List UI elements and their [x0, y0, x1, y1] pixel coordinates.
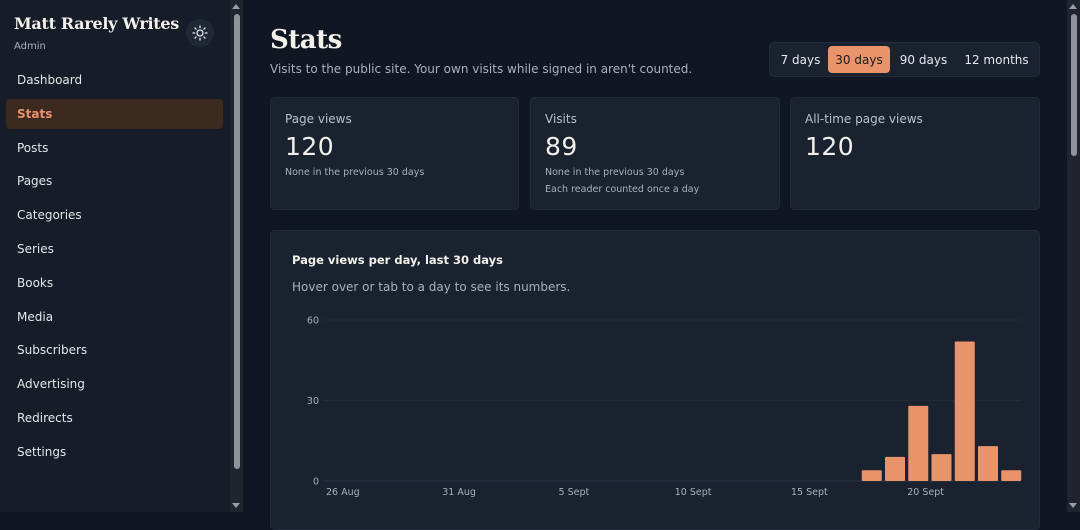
visits-value: 89	[545, 132, 578, 161]
page-title: Stats	[270, 25, 342, 55]
range-90-days-button[interactable]: 90 days	[890, 46, 957, 73]
sidebar-item-pages[interactable]: Pages	[6, 166, 223, 196]
x-tick-label: 26 Aug	[326, 487, 360, 498]
sidebar-item-media[interactable]: Media	[6, 302, 223, 332]
chart-bar[interactable]	[861, 470, 882, 481]
page-views-chart: 0 30 60 26 Aug 31 Aug 5 Sept 10 Sept 15 Sept 20 …	[307, 316, 1022, 498]
visits-label: Visits	[545, 112, 577, 126]
page-views-label: Page views	[285, 112, 352, 126]
page-views-value: 120	[285, 132, 335, 161]
all-time-card: All-time page views 120	[790, 97, 1040, 210]
sidebar-item-advertising[interactable]: Advertising	[6, 369, 223, 399]
sidebar-item-books[interactable]: Books	[6, 268, 223, 298]
page-views-card: Page views 120 None in the previous 30 d…	[270, 97, 519, 210]
all-time-label: All-time page views	[805, 112, 923, 126]
x-tick-label: 10 Sept	[675, 487, 712, 498]
scroll-up-arrow-icon[interactable]	[232, 4, 240, 9]
chart-bar[interactable]	[931, 454, 952, 481]
theme-toggle-button[interactable]	[186, 19, 214, 47]
sidebar-item-stats[interactable]: Stats	[6, 98, 223, 129]
scroll-up-arrow-icon[interactable]	[1069, 4, 1077, 9]
page-scrollbar[interactable]	[1067, 0, 1080, 512]
chart-bar[interactable]	[978, 446, 998, 481]
page-views-chart-card: Page views per day, last 30 days Hover o…	[270, 230, 1040, 530]
user-role: Admin	[14, 41, 46, 52]
chart-bar[interactable]	[908, 405, 929, 481]
sidebar-item-series[interactable]: Series	[6, 234, 223, 264]
chart-bar[interactable]	[885, 456, 905, 481]
chart-bar[interactable]	[1001, 470, 1022, 481]
scroll-down-arrow-icon[interactable]	[1069, 503, 1077, 508]
sidebar-item-categories[interactable]: Categories	[6, 200, 223, 230]
visits-comparison: None in the previous 30 days	[545, 167, 685, 178]
main-content: Stats Visits to the public site. Your ow…	[243, 0, 1066, 530]
range-12-months-button[interactable]: 12 months	[957, 46, 1036, 73]
site-brand[interactable]: Matt Rarely Writes	[14, 14, 179, 33]
sidebar-item-posts[interactable]: Posts	[6, 133, 223, 163]
sun-icon	[192, 25, 208, 41]
x-tick-label: 31 Aug	[442, 487, 476, 498]
y-tick-label: 30	[307, 396, 319, 407]
x-tick-label: 20 Sept	[907, 487, 944, 498]
sidebar-scrollbar-thumb[interactable]	[233, 14, 240, 469]
sidebar-scrollbar[interactable]	[230, 0, 243, 512]
range-30-days-button[interactable]: 30 days	[828, 46, 890, 73]
x-tick-label: 5 Sept	[559, 487, 590, 498]
sidebar-item-subscribers[interactable]: Subscribers	[6, 335, 223, 365]
y-tick-label: 60	[307, 316, 319, 327]
scroll-down-arrow-icon[interactable]	[232, 503, 240, 508]
sidebar-nav: Dashboard Stats Posts Pages Categories S…	[6, 65, 223, 471]
all-time-value: 120	[805, 132, 855, 161]
page-views-comparison: None in the previous 30 days	[285, 167, 425, 178]
sidebar: Matt Rarely Writes Admin Dashboard Stats…	[0, 0, 230, 512]
sidebar-item-redirects[interactable]: Redirects	[6, 403, 223, 433]
visits-card: Visits 89 None in the previous 30 days E…	[530, 97, 780, 210]
range-7-days-button[interactable]: 7 days	[773, 46, 828, 73]
sidebar-item-settings[interactable]: Settings	[6, 437, 223, 467]
visits-note: Each reader counted once a day	[545, 184, 700, 195]
page-scrollbar-thumb[interactable]	[1070, 14, 1077, 156]
chart-bar[interactable]	[954, 341, 975, 481]
range-selector: 7 days 30 days 90 days 12 months	[769, 42, 1040, 77]
sidebar-item-dashboard[interactable]: Dashboard	[6, 65, 223, 95]
x-tick-label: 15 Sept	[791, 487, 828, 498]
page-subtitle: Visits to the public site. Your own visi…	[270, 62, 693, 76]
y-tick-label: 0	[313, 477, 319, 488]
